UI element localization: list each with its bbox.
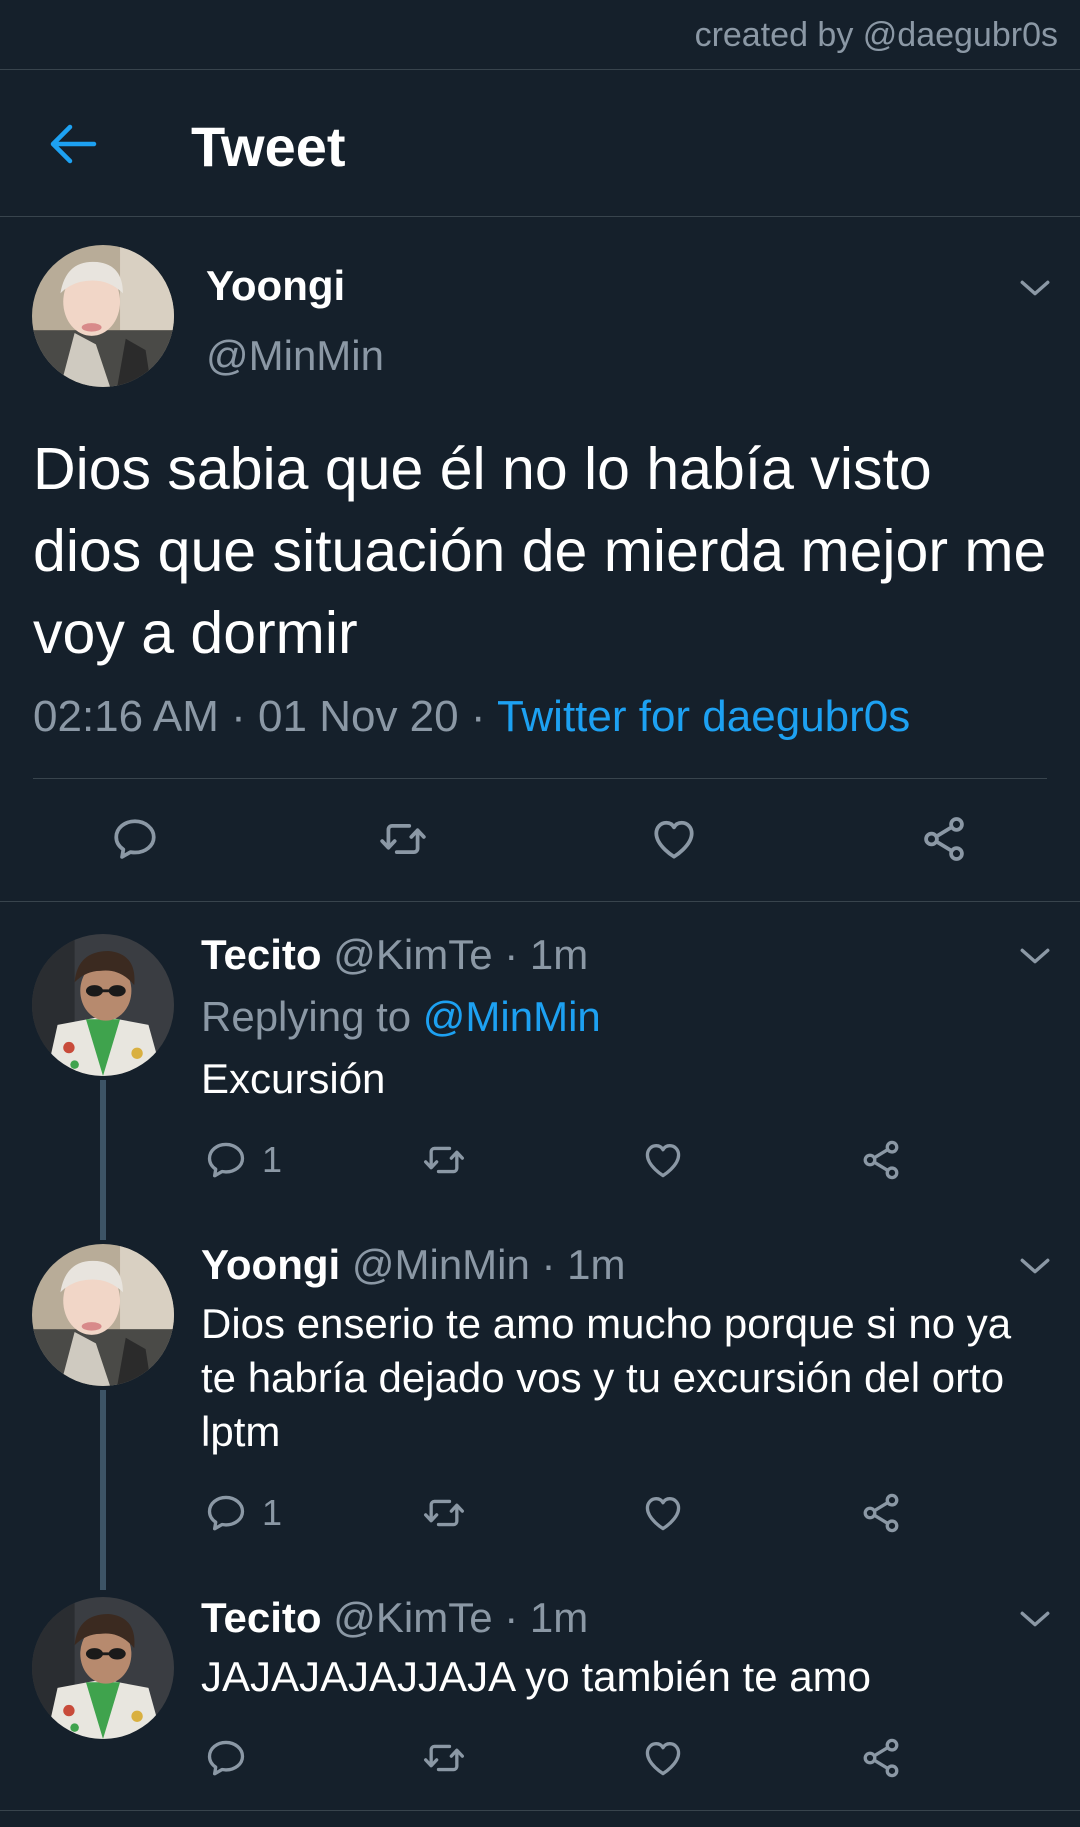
- retweet-icon: [376, 814, 430, 864]
- reply-count: 1: [262, 1139, 283, 1180]
- reply-time: · 1m: [541, 1241, 626, 1288]
- page-title: Tweet: [191, 115, 346, 178]
- like-icon: [641, 1491, 685, 1535]
- reply-text: Dios enserio te amo mucho porque si no y…: [201, 1300, 1012, 1455]
- main-tweet-name[interactable]: Yoongi: [206, 262, 345, 310]
- divider: [0, 1810, 1080, 1811]
- tweet-time: 02:16 AM: [33, 692, 219, 741]
- reply-handle[interactable]: @KimTe: [333, 1594, 492, 1641]
- reply-button[interactable]: 1: [204, 1138, 282, 1182]
- reply-name[interactable]: Tecito: [201, 1594, 322, 1641]
- reply-handle[interactable]: @KimTe: [333, 931, 492, 978]
- like-icon: [641, 1138, 685, 1182]
- reply-text: Excursión: [201, 1055, 386, 1102]
- main-tweet-meta: 02:16 AM · 01 Nov 20 · Twitter for daegu…: [33, 692, 910, 742]
- share-icon: [859, 1138, 903, 1182]
- watermark: created by @daegubr0s: [694, 16, 1058, 54]
- avatar-reply[interactable]: [32, 1597, 174, 1739]
- chevron-down-icon[interactable]: [1018, 276, 1052, 300]
- chevron-down-icon[interactable]: [1018, 944, 1052, 968]
- reply-time: · 1m: [504, 1594, 589, 1641]
- reply-icon: [204, 1736, 248, 1780]
- share-button[interactable]: [859, 1491, 903, 1535]
- reply-button[interactable]: 1: [204, 1491, 282, 1535]
- share-button[interactable]: [859, 1138, 903, 1182]
- share-icon: [859, 1491, 903, 1535]
- avatar-reply[interactable]: [32, 1244, 174, 1386]
- reply-header: Tecito @KimTe · 1m: [201, 931, 588, 979]
- retweet-icon: [420, 1736, 468, 1780]
- reply-time: · 1m: [504, 931, 589, 978]
- reply-name[interactable]: Tecito: [201, 931, 322, 978]
- reply-button[interactable]: [110, 814, 160, 864]
- main-tweet-handle[interactable]: @MinMin: [206, 332, 384, 380]
- divider: [33, 778, 1047, 779]
- share-icon: [918, 814, 970, 864]
- reply-icon: [110, 814, 160, 864]
- replying-to: Replying to @MinMin: [201, 993, 601, 1041]
- like-button[interactable]: [641, 1736, 685, 1780]
- like-icon: [648, 814, 700, 864]
- like-button[interactable]: [648, 814, 700, 864]
- reply-icon: [204, 1491, 248, 1535]
- reply-handle[interactable]: @MinMin: [352, 1241, 530, 1288]
- chevron-down-icon[interactable]: [1018, 1607, 1052, 1631]
- tweet-date: 01 Nov 20: [258, 692, 459, 741]
- retweet-button[interactable]: [420, 1491, 468, 1535]
- replying-label: Replying to: [201, 993, 412, 1040]
- avatar-reply[interactable]: [32, 934, 174, 1076]
- tweet-source-link[interactable]: Twitter for daegubr0s: [497, 692, 910, 741]
- meta-separator: ·: [231, 692, 246, 741]
- retweet-icon: [420, 1138, 468, 1182]
- reply-icon: [204, 1138, 248, 1182]
- top-bar: Tweet: [0, 69, 1080, 217]
- reply-count: 1: [262, 1492, 283, 1533]
- main-tweet-text: Dios sabia que él no lo había visto dios…: [33, 436, 1047, 666]
- reply-name[interactable]: Yoongi: [201, 1241, 340, 1288]
- share-icon: [859, 1736, 903, 1780]
- share-button[interactable]: [859, 1736, 903, 1780]
- thread-line: [100, 1390, 106, 1590]
- like-button[interactable]: [641, 1138, 685, 1182]
- mention-link[interactable]: @MinMin: [423, 993, 601, 1040]
- divider: [0, 901, 1080, 902]
- back-arrow-icon[interactable]: [48, 122, 98, 166]
- like-button[interactable]: [641, 1491, 685, 1535]
- retweet-button[interactable]: [376, 814, 430, 864]
- retweet-button[interactable]: [420, 1736, 468, 1780]
- retweet-button[interactable]: [420, 1138, 468, 1182]
- share-button[interactable]: [918, 814, 970, 864]
- reply-button[interactable]: [204, 1736, 248, 1780]
- like-icon: [641, 1736, 685, 1780]
- avatar-main[interactable]: [32, 245, 174, 387]
- reply-header: Yoongi @MinMin · 1m: [201, 1241, 626, 1289]
- chevron-down-icon[interactable]: [1018, 1254, 1052, 1278]
- retweet-icon: [420, 1491, 468, 1535]
- meta-separator: ·: [470, 692, 486, 741]
- thread-line: [100, 1080, 106, 1240]
- reply-text: JAJAJAJAJJAJA yo también te amo: [201, 1653, 871, 1700]
- reply-header: Tecito @KimTe · 1m: [201, 1594, 588, 1642]
